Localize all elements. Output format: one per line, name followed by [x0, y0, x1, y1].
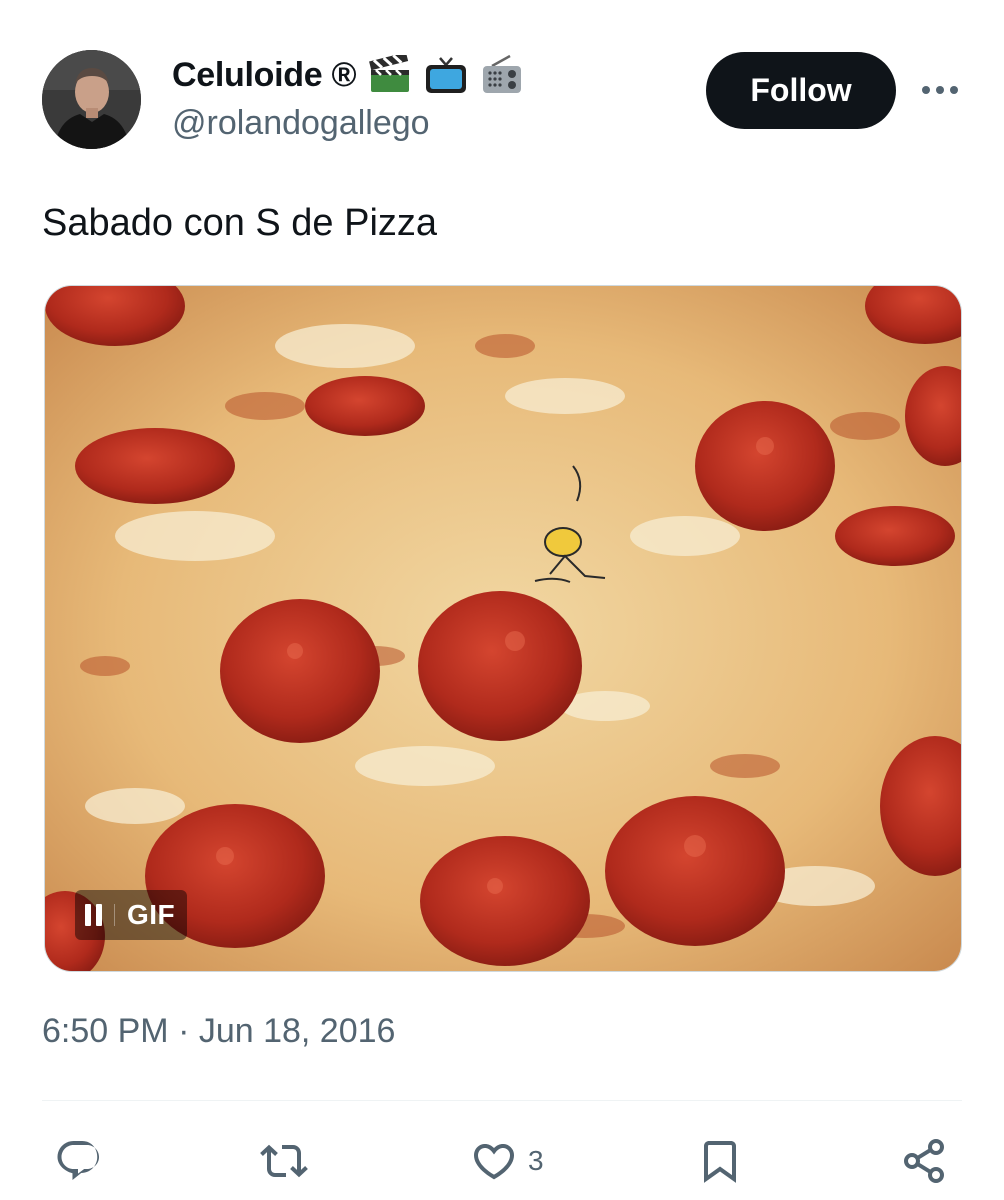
- more-horizontal-icon: [922, 86, 958, 94]
- retweet-button[interactable]: [258, 1137, 310, 1185]
- gif-media[interactable]: GIF: [44, 285, 962, 972]
- user-info[interactable]: Celuloide ® @rolandogallego: [172, 54, 524, 143]
- gif-badge: GIF: [127, 899, 176, 930]
- reply-icon: [57, 1141, 100, 1180]
- more-options-button[interactable]: [918, 72, 962, 108]
- tweet-header: Celuloide ® @rolandogallego Follow: [0, 0, 1004, 170]
- clapper-board-emoji: [368, 53, 412, 97]
- like-count: 3: [528, 1145, 544, 1176]
- radio-emoji: [480, 53, 524, 97]
- user-handle[interactable]: @rolandogallego: [172, 104, 524, 143]
- tweet-actions: 3: [0, 1125, 1004, 1200]
- divider: [42, 1100, 962, 1101]
- avatar[interactable]: [42, 50, 141, 149]
- share-button[interactable]: [900, 1137, 948, 1185]
- share-icon: [904, 1139, 944, 1183]
- display-name-row: Celuloide ®: [172, 54, 524, 96]
- pizza-gif-image: [45, 286, 961, 971]
- reply-button[interactable]: [54, 1137, 102, 1185]
- display-name[interactable]: Celuloide ®: [172, 56, 357, 95]
- tweet-timestamp[interactable]: 6:50 PM · Jun 18, 2016: [42, 1012, 395, 1051]
- heart-icon: [473, 1144, 515, 1180]
- like-button[interactable]: 3: [470, 1137, 544, 1185]
- tweet-text: Sabado con S de Pizza: [42, 202, 438, 244]
- follow-button[interactable]: Follow: [706, 52, 896, 129]
- avatar-photo: [42, 50, 141, 149]
- retweet-icon: [260, 1144, 308, 1178]
- television-emoji: [424, 53, 468, 97]
- bookmark-button[interactable]: [696, 1137, 744, 1185]
- gif-controls[interactable]: GIF: [75, 890, 188, 940]
- pause-icon[interactable]: [85, 904, 115, 926]
- bookmark-icon: [704, 1141, 736, 1183]
